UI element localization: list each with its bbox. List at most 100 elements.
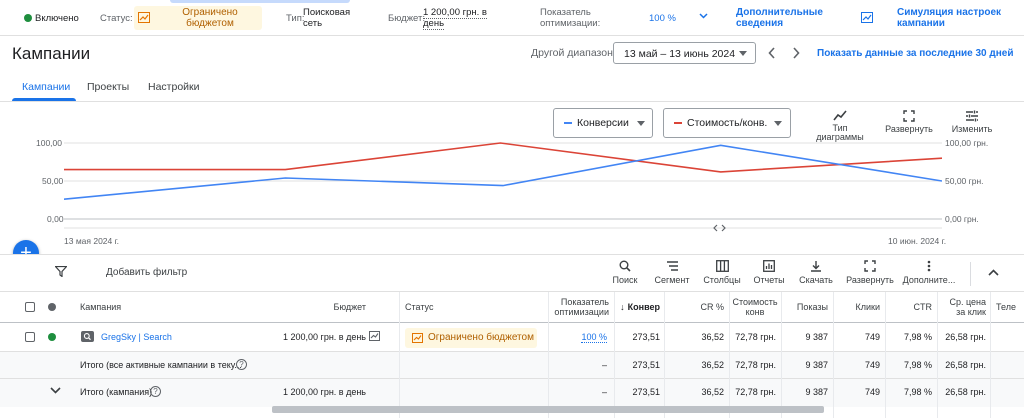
series-line-conversions <box>64 144 942 200</box>
budget-label: Бюджет: <box>388 13 426 24</box>
horizontal-scrollbar[interactable] <box>272 406 824 413</box>
header-border <box>0 322 1024 323</box>
previous-period-icon[interactable] <box>768 47 776 59</box>
download-button[interactable]: Скачать <box>792 260 840 285</box>
line-chart-icon <box>833 110 847 121</box>
tabs-divider <box>0 101 1024 102</box>
col-header-campaign[interactable]: Кампания <box>80 292 180 322</box>
more-button[interactable]: Дополните... <box>900 260 958 285</box>
add-filter-button[interactable]: Добавить фильтр <box>106 267 187 278</box>
col-header-budget[interactable]: Бюджет <box>300 292 366 322</box>
y-right-tick: 0,00 грн. <box>945 214 979 224</box>
total-ctr: 7,98 % <box>903 360 932 370</box>
col-header-impressions[interactable]: Показы <box>785 292 828 322</box>
cost-per-conv-value: 72,78 грн. <box>735 332 776 342</box>
campaign-name-link[interactable]: GregSky | Search <box>101 332 172 342</box>
status-label: Статус: <box>100 13 133 24</box>
col-header-status[interactable]: Статус <box>405 292 465 322</box>
chart-edit-button[interactable]: Изменить <box>944 110 1000 134</box>
col-header-calls[interactable]: Теле <box>996 292 1024 322</box>
col-header-avg-cpc[interactable]: Ср. цена за клик <box>940 292 986 322</box>
top-tab-indicator <box>170 0 350 3</box>
search-button[interactable]: Поиск <box>601 260 649 285</box>
toolbar-divider <box>970 262 971 286</box>
total-conversions: 273,51 <box>632 387 660 397</box>
col-divider <box>990 292 991 418</box>
dropdown-caret-icon <box>637 121 645 126</box>
metric-label: Стоимость/конв. <box>687 117 768 129</box>
y-right-tick: 100,00 грн. <box>945 138 989 148</box>
enabled-status-dot[interactable] <box>48 333 56 341</box>
conversions-value: 273,51 <box>632 332 660 342</box>
fullscreen-icon <box>864 260 876 272</box>
expand-row-icon[interactable] <box>50 387 61 394</box>
chart-range-slider[interactable] <box>64 221 942 235</box>
total-budget: 1 200,00 грн. в день <box>283 387 366 397</box>
col-divider <box>781 292 782 418</box>
more-details-link[interactable]: Дополнительные сведения <box>736 7 823 29</box>
segment-icon <box>666 261 678 271</box>
col-header-clicks[interactable]: Клики <box>837 292 881 322</box>
reports-button[interactable]: Отчеты <box>745 260 793 285</box>
chevron-down-icon[interactable] <box>699 13 708 19</box>
expand-table-button[interactable]: Развернуть <box>846 260 894 285</box>
total-cr: 36,52 <box>701 387 724 397</box>
help-icon[interactable]: ? <box>236 359 247 370</box>
total-optimization: – <box>601 387 607 397</box>
budget-chart-icon[interactable] <box>369 331 380 341</box>
avg-cpc-value: 26,58 грн. <box>945 332 986 342</box>
budget-value[interactable]: 1 200,00 грн. в день <box>423 7 493 30</box>
x-end-label: 10 июн. 2024 г. <box>888 236 947 246</box>
dropdown-caret-icon <box>739 51 747 56</box>
enabled-status-text: Включено <box>35 13 79 24</box>
fullscreen-icon <box>903 110 915 122</box>
series-line-cost-per-conv <box>64 142 942 173</box>
col-header-cost-per-conv[interactable]: Стоимость конв <box>731 292 779 322</box>
total-ctr: 7,98 % <box>903 387 932 397</box>
chart-expand-button[interactable]: Развернуть <box>881 110 937 134</box>
limited-by-budget-badge[interactable]: Ограничено бюджетом <box>134 6 262 30</box>
metric-label: Конверсии <box>577 117 629 129</box>
col-divider <box>399 292 400 418</box>
segment-button[interactable]: Сегмент <box>648 260 696 285</box>
col-divider <box>885 292 886 418</box>
col-header-ctr[interactable]: CTR <box>889 292 933 322</box>
help-icon[interactable]: ? <box>150 386 161 397</box>
clicks-value: 749 <box>864 332 880 342</box>
performance-line-chart <box>64 142 942 220</box>
tab-projects[interactable]: Проекты <box>87 81 129 93</box>
date-range-label: Другой диапазон <box>531 47 613 59</box>
date-range-picker[interactable]: 13 май – 13 июнь 2024 <box>613 42 756 64</box>
total-impressions: 9 387 <box>805 360 828 370</box>
row-border <box>0 378 1024 379</box>
y-left-tick: 100,00 <box>36 138 62 148</box>
col-header-cr[interactable]: CR % <box>670 292 724 322</box>
trend-chart-icon <box>412 333 423 343</box>
total-clicks: 749 <box>864 387 880 397</box>
status-limited-badge[interactable]: Ограничено бюджетом <box>405 328 537 348</box>
optimization-value[interactable]: 100 % <box>649 13 676 24</box>
columns-icon <box>715 260 729 272</box>
tab-campaigns[interactable]: Кампании <box>22 81 70 93</box>
col-header-optimization[interactable]: Показатель оптимизации <box>553 292 609 322</box>
filter-icon[interactable] <box>55 266 67 277</box>
collapse-up-icon[interactable] <box>988 269 999 276</box>
more-vert-icon <box>927 260 931 272</box>
y-right-tick: 50,00 грн. <box>945 176 984 186</box>
show-last-30-days-link[interactable]: Показать данные за последние 30 дней <box>817 48 1014 59</box>
total-avg-cpc: 26,58 грн. <box>945 360 986 370</box>
col-divider <box>548 292 549 418</box>
select-all-checkbox[interactable] <box>25 302 35 312</box>
total-cost-per-conv: 72,78 грн. <box>735 387 776 397</box>
columns-button[interactable]: Столбцы <box>698 260 746 285</box>
search-campaign-icon <box>81 331 94 342</box>
simulation-link[interactable]: Симуляция настроек кампании <box>897 7 1007 29</box>
tab-settings[interactable]: Настройки <box>148 81 200 93</box>
col-header-conversions[interactable]: ↓ Конвер <box>617 292 660 322</box>
optimization-score[interactable]: 100 % <box>560 332 607 343</box>
col-divider <box>729 292 730 418</box>
next-period-icon[interactable] <box>792 47 800 59</box>
row-border <box>0 351 1024 352</box>
row-checkbox[interactable] <box>25 332 35 342</box>
chart-edit-label: Изменить <box>951 124 993 134</box>
